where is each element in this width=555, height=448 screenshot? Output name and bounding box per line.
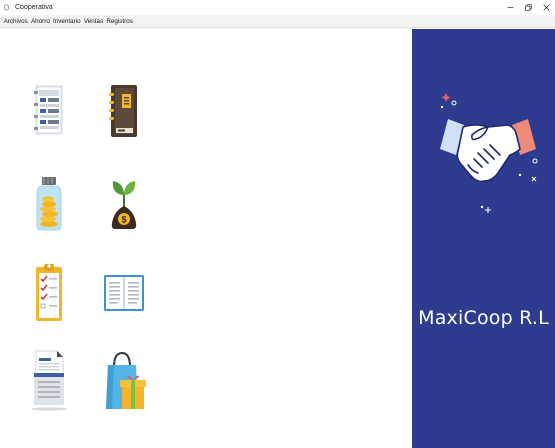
handshake-icon bbox=[440, 93, 538, 213]
brand-panel: MaxiCoop R.L bbox=[412, 29, 555, 448]
menu-bar: Archivos Ahorro Inventario Ventas Regist… bbox=[0, 15, 555, 28]
module-grid: $ bbox=[0, 29, 412, 448]
menu-ahorro[interactable]: Ahorro bbox=[29, 18, 51, 25]
tile-money-plant[interactable]: $ bbox=[99, 173, 149, 233]
open-book-icon bbox=[104, 275, 144, 311]
checklist-clipboard-icon bbox=[36, 264, 62, 321]
minimize-icon bbox=[507, 7, 513, 8]
menu-registros[interactable]: Registros bbox=[105, 18, 135, 25]
menu-inventario[interactable]: Inventario bbox=[51, 18, 82, 25]
shopping-bag-gift-icon bbox=[106, 351, 146, 409]
brand-name: MaxiCoop R.L bbox=[418, 307, 549, 329]
tile-address-book[interactable] bbox=[99, 81, 149, 141]
title-bar: Cooperativa bbox=[0, 0, 555, 15]
tile-coin-jar[interactable] bbox=[24, 174, 74, 234]
menu-ventas[interactable]: Ventas bbox=[82, 18, 104, 25]
tile-report[interactable] bbox=[24, 350, 74, 411]
app-icon bbox=[3, 4, 11, 12]
window-controls bbox=[501, 0, 555, 15]
coin-jar-icon bbox=[36, 177, 62, 231]
tile-shopping[interactable] bbox=[100, 351, 150, 411]
svg-text:$: $ bbox=[121, 215, 126, 225]
tile-open-book[interactable] bbox=[99, 263, 149, 323]
window-title: Cooperativa bbox=[15, 4, 53, 11]
restore-button[interactable] bbox=[519, 0, 537, 15]
close-button[interactable] bbox=[537, 0, 555, 15]
close-icon bbox=[542, 4, 550, 11]
app-window: Cooperativa Archivos Ahorro Inventario V… bbox=[0, 0, 555, 448]
document-list-icon bbox=[34, 85, 63, 135]
minimize-button[interactable] bbox=[501, 0, 519, 15]
tile-checklist[interactable] bbox=[24, 263, 74, 323]
printer-report-icon bbox=[31, 350, 67, 411]
menu-archivos[interactable]: Archivos bbox=[2, 18, 29, 25]
restore-icon bbox=[524, 4, 532, 11]
tile-document-list[interactable] bbox=[24, 80, 74, 140]
address-book-icon bbox=[109, 85, 137, 137]
money-plant-icon: $ bbox=[111, 181, 137, 229]
